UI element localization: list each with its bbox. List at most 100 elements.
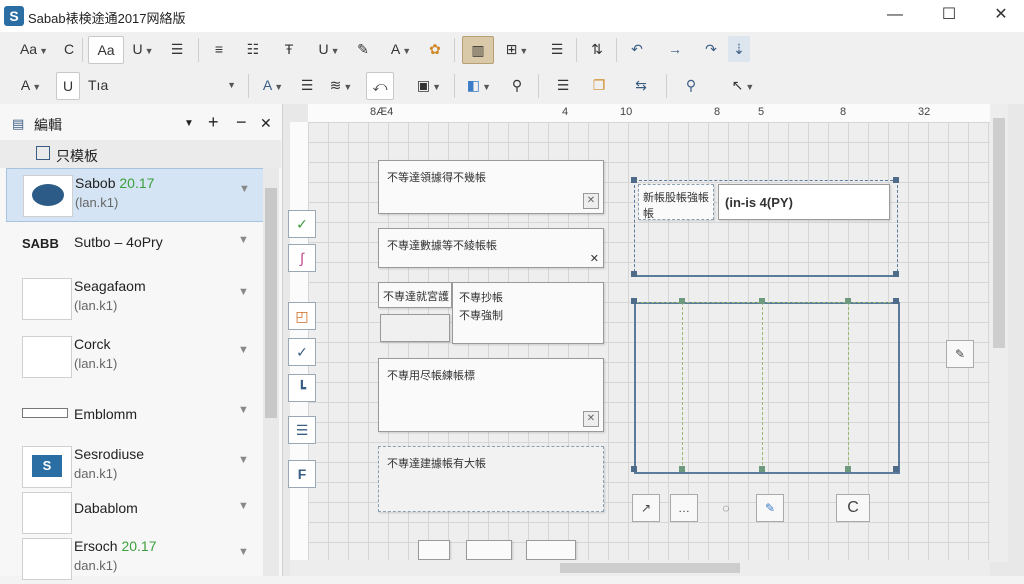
expand-arrow-icon[interactable]: ▼ [238, 500, 249, 512]
text-card[interactable]: 不専達數據等不綾帳帳 ✕ [378, 228, 604, 268]
text-card[interactable]: 不専抄帳 不専強制 [452, 282, 604, 344]
layer-tool-icon[interactable]: ◰ [288, 302, 316, 330]
shape-icon[interactable]: ◧ ▼ [464, 72, 494, 98]
forward-icon[interactable]: → [664, 36, 686, 62]
tab-card[interactable]: 不専達就宮護 [378, 282, 452, 308]
strike-icon[interactable]: Ŧ [278, 36, 300, 62]
more-button[interactable]: … [670, 494, 698, 522]
panel-remove-button[interactable]: − [236, 112, 247, 133]
pencil-button[interactable]: ✎ [756, 494, 784, 522]
canvas-horizontal-thumb[interactable] [560, 563, 740, 573]
indent-icon[interactable]: ☷ [242, 36, 264, 62]
expand-arrow-icon[interactable]: ▼ [238, 454, 249, 466]
connector-tool-icon[interactable]: ┗ [288, 374, 316, 402]
resize-handle[interactable] [893, 271, 899, 277]
card-close-icon[interactable]: ✕ [590, 252, 599, 265]
table-icon[interactable]: ⊞ ▼ [500, 36, 534, 62]
column-handle[interactable] [679, 466, 685, 472]
expand-arrow-icon[interactable]: ▼ [238, 404, 249, 416]
resize-handle[interactable] [631, 177, 637, 183]
template-checkbox-icon[interactable] [36, 146, 50, 160]
frame-tool-icon[interactable]: F [288, 460, 316, 488]
value-field[interactable]: (in-is 4(PY) [718, 184, 890, 220]
font-color-icon[interactable]: A ▼ [258, 72, 288, 98]
template-item-8[interactable]: Ersoch 20.17 dan.k1) ▼ [6, 532, 262, 584]
table-frame[interactable] [634, 302, 900, 474]
resize-handle[interactable] [893, 466, 899, 472]
expand-arrow-icon[interactable]: ▼ [238, 286, 249, 298]
style-name-dropdown[interactable]: Tıa ▼ [88, 72, 238, 98]
template-item-5[interactable]: Emblomm ▼ [6, 390, 262, 442]
style-dropdown-button[interactable]: ◌ [712, 494, 740, 522]
pin-icon[interactable]: ⇣ [728, 36, 750, 62]
mini-card[interactable] [418, 540, 450, 560]
dashed-card[interactable]: 不専達建據帳有大帳 [378, 446, 604, 512]
image-edit-icon[interactable]: ✎ [352, 36, 374, 62]
mini-card[interactable] [466, 540, 512, 560]
list-tool-icon[interactable]: ☰ [288, 416, 316, 444]
resize-corner-button[interactable]: ↗ [632, 494, 660, 522]
column-handle[interactable] [845, 298, 851, 304]
maximize-button[interactable]: ☐ [926, 0, 972, 32]
edit-side-button[interactable]: ✎ [946, 340, 974, 368]
text-card[interactable]: 不等達領據得不幾帳 ✕ [378, 160, 604, 214]
expand-arrow-icon[interactable]: ▼ [239, 183, 250, 195]
refresh-button[interactable]: C [836, 494, 870, 522]
font-button[interactable]: A ▼ [16, 72, 46, 98]
panel-dropdown-icon[interactable]: ▼ [184, 118, 194, 129]
frame-icon[interactable]: ▣ ▼ [412, 72, 446, 98]
text-align-icon[interactable]: ☰ [166, 36, 188, 62]
expand-arrow-icon[interactable]: ▼ [238, 546, 249, 558]
template-item-6[interactable]: S Sesrodiuse dan.k1) ▼ [6, 440, 262, 492]
column-layout-icon[interactable]: ▥ [462, 36, 494, 64]
column-handle[interactable] [679, 298, 685, 304]
mini-card[interactable] [526, 540, 576, 560]
sort-icon[interactable]: ⇅ [586, 36, 608, 62]
card-close-icon[interactable]: ✕ [583, 193, 599, 209]
rotate-icon[interactable]: ⇆ [630, 72, 652, 98]
redo-icon[interactable]: ↷ [700, 36, 722, 62]
canvas-vertical-thumb[interactable] [993, 118, 1005, 348]
template-item-1[interactable]: Sabob 20.17 (lan.k1) ▼ [6, 168, 264, 222]
style-box[interactable]: Aa [88, 36, 124, 64]
column-handle[interactable] [759, 466, 765, 472]
font-color-icon[interactable]: A ▼ [386, 36, 416, 62]
undo-icon[interactable]: ↶ [626, 36, 648, 62]
edit-tool-icon[interactable]: ✓ [288, 338, 316, 366]
resize-handle[interactable] [893, 298, 899, 304]
link-tool-icon[interactable]: ∫ [288, 244, 316, 272]
column-handle[interactable] [759, 298, 765, 304]
expand-arrow-icon[interactable]: ▼ [238, 234, 249, 246]
template-item-3[interactable]: Seagafaom (lan.k1) ▼ [6, 272, 262, 324]
font-size-button[interactable]: Aa ▼ [14, 36, 54, 62]
list-icon[interactable]: ≡ [208, 36, 230, 62]
input-box[interactable] [380, 314, 450, 342]
check-tool-icon[interactable]: ✓ [288, 210, 316, 238]
align-icon[interactable]: ☰ [296, 72, 318, 98]
text-card[interactable]: 不専用尽帳練帳標 ✕ [378, 358, 604, 432]
close-button[interactable]: ✕ [978, 0, 1024, 32]
label-card[interactable]: 新帳股帳強帳帳 [638, 184, 714, 220]
template-item-4[interactable]: Corck (lan.k1) ▼ [6, 330, 262, 382]
panel-add-button[interactable]: + [208, 112, 219, 133]
minimize-button[interactable]: — [872, 0, 918, 32]
resize-handle[interactable] [893, 177, 899, 183]
numbered-list-icon[interactable]: ☰ [546, 36, 568, 62]
panel-close-button[interactable]: ✕ [260, 115, 272, 132]
search-person-icon[interactable]: ⚲ [506, 72, 528, 98]
template-item-7[interactable]: Dabablom ▼ [6, 486, 262, 538]
resize-handle[interactable] [631, 271, 637, 277]
cursor-icon[interactable]: ↖ ▼ [726, 72, 760, 98]
expand-arrow-icon[interactable]: ▼ [238, 344, 249, 356]
kerning-icon[interactable]: ≋ ▼ [326, 72, 356, 98]
column-handle[interactable] [845, 466, 851, 472]
spacing-icon[interactable]: ⤺ [366, 72, 394, 100]
copy-icon[interactable]: ❐ [588, 72, 610, 98]
underline-dropdown[interactable]: U ▼ [128, 36, 158, 62]
palette-icon[interactable]: ✿ [424, 36, 446, 62]
panel-scroll-thumb[interactable] [265, 188, 277, 418]
clear-format-button[interactable]: C [58, 36, 80, 62]
list-icon[interactable]: ☰ [552, 72, 574, 98]
resize-handle[interactable] [631, 466, 637, 472]
zoom-icon[interactable]: ⚲ [680, 72, 702, 98]
